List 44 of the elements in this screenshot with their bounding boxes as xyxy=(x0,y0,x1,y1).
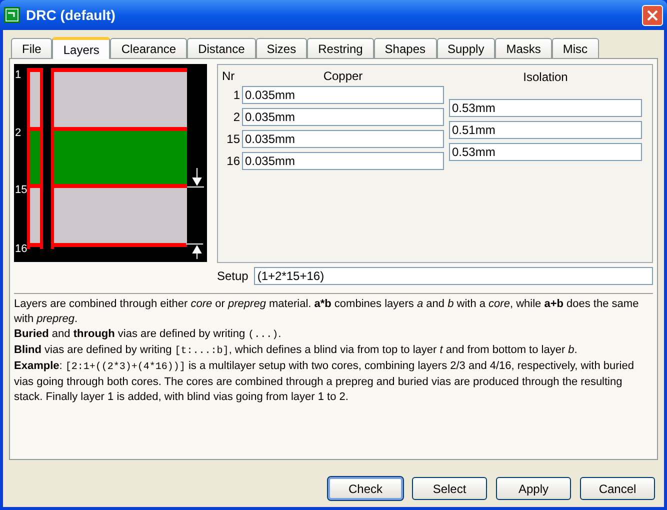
tab[interactable]: Masks xyxy=(495,38,552,58)
setup-field[interactable]: (1+2*15+16) xyxy=(254,267,653,285)
dialog-button[interactable]: Apply xyxy=(496,477,571,500)
layer-number: 16 xyxy=(226,153,241,170)
window-title: DRC (default) xyxy=(26,6,116,25)
layer-number: 15 xyxy=(226,131,241,148)
tab[interactable]: Supply xyxy=(436,38,496,58)
close-icon xyxy=(647,10,658,20)
layer-number: 1 xyxy=(15,69,22,81)
layer-number: 2 xyxy=(15,127,22,139)
tab[interactable]: Clearance xyxy=(110,38,188,58)
help-paragraph: Buried and through vias are defined by writing (...). xyxy=(14,327,282,343)
copper-field[interactable]: 0.035mm xyxy=(242,86,444,104)
dialog-button[interactable]: Select xyxy=(412,477,487,500)
column-header: Isolation xyxy=(522,69,569,84)
layer-number: 15 xyxy=(15,184,28,196)
dialog-button[interactable]: Check xyxy=(328,477,403,500)
isolation-field[interactable]: 0.51mm xyxy=(449,121,642,139)
thickness-arrow-icon xyxy=(186,244,204,260)
setup-label: Setup xyxy=(217,268,248,285)
copper-field[interactable]: 0.035mm xyxy=(242,152,444,170)
dialog-button[interactable]: Cancel xyxy=(580,477,655,500)
tab[interactable]: Distance xyxy=(187,38,256,58)
help-paragraph: Layers are combined through either core or prepreg material. a*b combines layers a and b with a core, while a+b does the same with prepreg. xyxy=(14,297,640,327)
close-button[interactable] xyxy=(642,4,663,26)
tab[interactable]: Layers xyxy=(52,37,110,59)
thickness-arrow-icon xyxy=(186,168,204,188)
column-header: Copper xyxy=(322,68,364,85)
layer-number: 2 xyxy=(232,109,241,126)
help-paragraph: Blind vias are defined by writing [t:...:b], which defines a blind via from top to layer t and from bottom to layer b. xyxy=(14,343,578,359)
tab[interactable]: File xyxy=(11,38,52,58)
tab[interactable]: Sizes xyxy=(256,38,308,58)
app-icon xyxy=(4,7,20,23)
layer-number: 1 xyxy=(232,87,241,104)
layer-number: 16 xyxy=(15,243,28,255)
copper-field[interactable]: 0.035mm xyxy=(242,108,444,126)
tab[interactable]: Restring xyxy=(307,38,374,58)
isolation-field[interactable]: 0.53mm xyxy=(449,143,642,161)
help-paragraph: Example: [2:1+((2*3)+(4*16))] is a multilayer setup with two cores, combining layers 2/3 and 4/16, respectively, with buried vias going through both cores. The cores are combined through a prepreg and buried vias are produced through the resulting stack. Finally layer 1 is added, with blind vias going from layer 1 to 2. xyxy=(14,359,635,405)
isolation-field[interactable]: 0.53mm xyxy=(449,99,642,117)
tab[interactable]: Shapes xyxy=(374,38,436,58)
tab[interactable]: Misc xyxy=(552,38,599,58)
copper-field[interactable]: 0.035mm xyxy=(242,130,444,148)
column-header: Nr xyxy=(222,68,236,85)
